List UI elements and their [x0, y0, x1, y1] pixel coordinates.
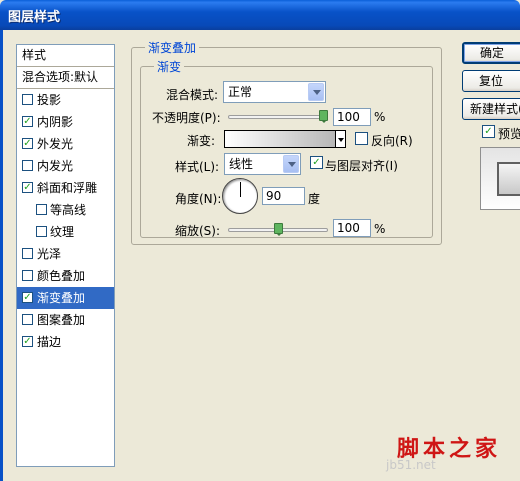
sidebar-item[interactable]: 等高线 [17, 199, 114, 221]
sidebar-item[interactable]: ✓ 外发光 [17, 133, 114, 155]
sidebar-item-checkbox[interactable] [22, 94, 33, 105]
style-preview [480, 147, 520, 210]
scale-slider-thumb[interactable] [273, 223, 283, 236]
style-label: 样式(L): [175, 160, 220, 174]
sidebar-item[interactable]: 图案叠加 [17, 309, 114, 331]
angle-dial[interactable] [222, 178, 258, 214]
sidebar-item[interactable]: ✓ 渐变叠加 [17, 287, 114, 309]
ok-button[interactable]: 确定 [462, 42, 520, 64]
sidebar-item-checkbox[interactable] [36, 226, 47, 237]
window-title: 图层样式 [8, 10, 61, 25]
sidebar-item-label: 斜面和浮雕 [37, 181, 98, 195]
sidebar-item[interactable]: ✓ 内阴影 [17, 111, 114, 133]
chevron-down-icon[interactable] [308, 83, 324, 101]
align-with-layer-checkbox[interactable]: ✓ [310, 156, 323, 169]
angle-needle [240, 182, 241, 197]
reverse-label: 反向(R) [371, 134, 413, 148]
opacity-unit: % [374, 110, 386, 124]
sidebar-item[interactable]: 纹理 [17, 221, 114, 243]
blend-mode-label: 混合模式: [166, 88, 219, 102]
sidebar-item-checkbox[interactable] [22, 314, 33, 325]
gradient-picker[interactable] [224, 130, 346, 148]
sidebar-item[interactable]: 内发光 [17, 155, 114, 177]
sidebar-item-label: 外发光 [37, 137, 74, 151]
opacity-label: 不透明度(P): [152, 111, 221, 125]
sidebar-item-checkbox[interactable] [22, 248, 33, 259]
sidebar-item-label: 描边 [37, 335, 62, 349]
style-select[interactable]: 线性 [224, 153, 301, 175]
style-preview-swatch [497, 162, 520, 196]
sidebar-item[interactable]: ✓ 斜面和浮雕 [17, 177, 114, 199]
sidebar-item-checkbox[interactable]: ✓ [22, 292, 33, 303]
sidebar-item-checkbox[interactable]: ✓ [22, 138, 33, 149]
sidebar-item-checkbox[interactable] [36, 204, 47, 215]
opacity-input[interactable]: 100 [333, 108, 371, 126]
sidebar-item-checkbox[interactable] [22, 160, 33, 171]
watermark-url: jb51.net [386, 458, 436, 472]
angle-label: 角度(N): [175, 192, 222, 206]
blend-options-item[interactable]: 混合选项:默认 [17, 67, 114, 89]
sidebar-item-label: 渐变叠加 [37, 291, 86, 305]
style-value: 线性 [229, 157, 254, 171]
gradient-dropdown-arrow-icon[interactable] [335, 130, 346, 148]
scale-input[interactable]: 100 [333, 219, 371, 237]
sidebar-item[interactable]: ✓ 描边 [17, 331, 114, 353]
sidebar-item-checkbox[interactable]: ✓ [22, 116, 33, 127]
title-bar: 图层样式 [0, 0, 520, 30]
sidebar-item-label: 光泽 [37, 247, 62, 261]
sidebar-item-checkbox[interactable]: ✓ [22, 336, 33, 347]
sidebar-item[interactable]: 颜色叠加 [17, 265, 114, 287]
scale-label: 缩放(S): [175, 224, 221, 238]
sidebar-item-label: 内发光 [37, 159, 74, 173]
angle-input[interactable]: 90 [262, 187, 305, 205]
sidebar-item-checkbox[interactable] [22, 270, 33, 281]
sidebar-item-label: 内阴影 [37, 115, 74, 129]
blend-mode-select[interactable]: 正常 [223, 81, 326, 103]
sidebar-item[interactable]: 投影 [17, 89, 114, 111]
opacity-slider-thumb[interactable] [319, 110, 328, 123]
preview-checkbox[interactable]: ✓ [482, 125, 495, 138]
gradient-overlay-title: 渐变叠加 [145, 39, 200, 56]
chevron-down-icon[interactable] [283, 155, 299, 173]
reset-button[interactable]: 复位 [462, 70, 520, 92]
scale-unit: % [374, 222, 386, 236]
sidebar-item-label: 投影 [37, 93, 62, 107]
gradient-label: 渐变: [187, 134, 216, 148]
preview-label: 预览(V) [498, 127, 520, 141]
sidebar-item-label: 颜色叠加 [37, 269, 86, 283]
sidebar-item-label: 等高线 [50, 203, 87, 217]
blend-mode-value: 正常 [228, 85, 253, 99]
sidebar-item-label: 纹理 [50, 225, 75, 239]
angle-unit: 度 [308, 192, 321, 206]
styles-header[interactable]: 样式 [17, 45, 114, 67]
new-style-button[interactable]: 新建样式(W)... [462, 98, 520, 120]
align-with-layer-label: 与图层对齐(I) [325, 159, 398, 173]
sidebar-item-checkbox[interactable]: ✓ [22, 182, 33, 193]
sidebar-item-label: 图案叠加 [37, 313, 86, 327]
gradient-subgroup-title: 渐变 [154, 58, 185, 75]
styles-list: 样式 混合选项:默认 投影 ✓ 内阴影 ✓ 外发光内发光 ✓ 斜面和浮雕等高线纹理光泽颜色叠… [16, 44, 115, 467]
reverse-checkbox[interactable] [355, 132, 368, 145]
sidebar-item[interactable]: 光泽 [17, 243, 114, 265]
opacity-slider-track[interactable] [228, 115, 328, 119]
